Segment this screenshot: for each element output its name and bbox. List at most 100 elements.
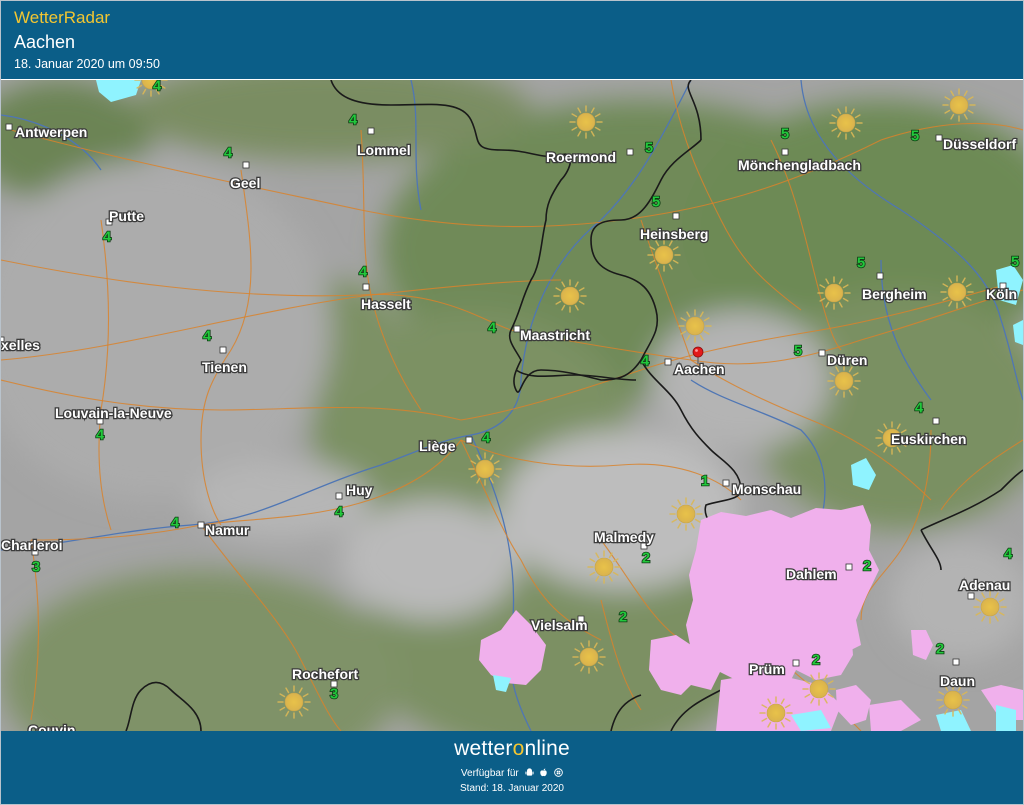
forecast-number: 4 (224, 145, 233, 162)
city-label: Rochefort (292, 666, 358, 682)
forecast-number: 4 (349, 112, 358, 129)
footer-bar: wetteronline Verfügbar für Stand: 18. Ja… (1, 731, 1023, 804)
forecast-number: 3 (330, 686, 338, 703)
forecast-number: 2 (619, 609, 627, 626)
apple-icon[interactable] (539, 768, 548, 777)
city-label: Heinsberg (640, 226, 708, 242)
city-label: Monschau (732, 481, 801, 497)
city-marker (335, 492, 343, 500)
forecast-number: 5 (857, 255, 865, 272)
forecast-number: 4 (96, 427, 105, 444)
forecast-number: 4 (203, 328, 212, 345)
city-label: Huy (346, 482, 373, 498)
city-marker (197, 521, 205, 529)
header-bar: WetterRadar Aachen 18. Januar 2020 um 09… (1, 1, 1023, 79)
city-charleroi[interactable]: Charleroi (1, 536, 64, 556)
city-label: Antwerpen (15, 124, 87, 140)
city-label: Prüm (749, 661, 785, 677)
forecast-number: 4 (171, 515, 180, 532)
forecast-number: 4 (482, 430, 491, 447)
forecast-number: 5 (652, 194, 660, 211)
map-canvas[interactable]: Antwerpen Lommel Roermond Mönchengladbach Dü… (1, 80, 1023, 731)
city-label: Düsseldorf (943, 136, 1016, 152)
timestamp: 18. Januar 2020 um 09:50 (14, 57, 160, 71)
app-title: WetterRadar (14, 8, 111, 27)
forecast-number: 4 (153, 80, 162, 95)
forecast-number: 5 (781, 126, 789, 143)
city-label: Charleroi (1, 537, 62, 553)
city-label: Daun (940, 673, 975, 689)
city-label: Euskirchen (891, 431, 966, 447)
logo-prefix: wetter (454, 737, 513, 760)
forecast-number: 4 (1004, 546, 1013, 563)
city-label: Köln (986, 286, 1017, 302)
city-marker (845, 563, 853, 571)
data-stand-date: Stand: 18. Januar 2020 (460, 783, 564, 794)
city-vielsalm[interactable]: Vielsalm (530, 615, 589, 634)
city-marker (672, 212, 680, 220)
city-label: Vielsalm (531, 617, 588, 633)
city-marker (5, 123, 13, 131)
forecast-number: 2 (812, 652, 820, 669)
city-duesseldorf[interactable]: Düsseldorf (935, 134, 1018, 153)
city-label: Louvain-la-Neuve (55, 405, 172, 421)
city-marker (626, 148, 634, 156)
forecast-number: 2 (863, 558, 871, 575)
city-namur[interactable]: Namur (197, 521, 251, 539)
forecast-number: 2 (642, 550, 650, 567)
city-putte[interactable]: Putte (105, 207, 146, 226)
city-monschau[interactable]: Monschau (722, 479, 803, 498)
city-label: Roermond (546, 149, 616, 165)
forecast-number: 4 (488, 320, 497, 337)
city-marker (967, 592, 975, 600)
city-marker (818, 349, 826, 357)
city-marker (876, 272, 884, 280)
city-aachen[interactable]: Aachen (664, 358, 726, 378)
city-label: Düren (827, 352, 867, 368)
city-couvin[interactable]: Couvin (27, 721, 77, 731)
city-marker (465, 436, 473, 444)
radar-map[interactable]: Antwerpen Lommel Roermond Mönchengladbach Dü… (1, 80, 1023, 731)
city-marker (781, 148, 789, 156)
city-marker (792, 659, 800, 667)
city-antwerpen[interactable]: Antwerpen (5, 123, 89, 141)
city-label: xelles (1, 337, 40, 353)
forecast-number: 4 (335, 504, 344, 521)
forecast-number: 3 (32, 559, 40, 576)
city-marker (935, 134, 943, 142)
availability-text: Verfügbar für (1, 768, 1023, 779)
city-label: Namur (205, 522, 250, 538)
city-marker (664, 358, 672, 366)
forecast-number: 5 (1011, 254, 1019, 271)
city-dueren[interactable]: Düren (818, 349, 869, 369)
forecast-number: 5 (794, 343, 802, 360)
city-marker (242, 161, 250, 169)
forecast-number: 1 (701, 473, 709, 490)
city-marker (722, 479, 730, 487)
city-label: Aachen (674, 361, 725, 377)
forecast-number: 4 (359, 264, 368, 281)
city-xelles[interactable]: xelles (1, 336, 41, 354)
app-frame: WetterRadar Aachen 18. Januar 2020 um 09… (0, 0, 1024, 805)
forecast-number: 4 (915, 400, 924, 417)
logo-suffix: nline (524, 737, 570, 760)
city-marker (219, 346, 227, 354)
city-koeln[interactable]: Köln (985, 282, 1018, 303)
city-marker (932, 417, 940, 425)
city-label: Adenau (959, 577, 1010, 593)
city-label: Maastricht (520, 327, 590, 343)
wetteronline-logo[interactable]: wetteronline (1, 737, 1023, 761)
forecast-number: 4 (103, 229, 112, 246)
city-marker (362, 283, 370, 291)
forecast-number: 4 (641, 353, 650, 370)
windows-icon[interactable] (554, 768, 563, 777)
forecast-number: 5 (645, 140, 653, 157)
android-icon[interactable] (524, 768, 534, 777)
city-maastricht[interactable]: Maastricht (513, 325, 592, 344)
city-label: Mönchengladbach (738, 157, 861, 173)
city-marker (367, 127, 375, 135)
city-label: Malmedy (594, 529, 654, 545)
city-label: Liège (419, 438, 456, 454)
forecast-number: 5 (911, 128, 919, 145)
forecast-number: 2 (936, 641, 944, 658)
